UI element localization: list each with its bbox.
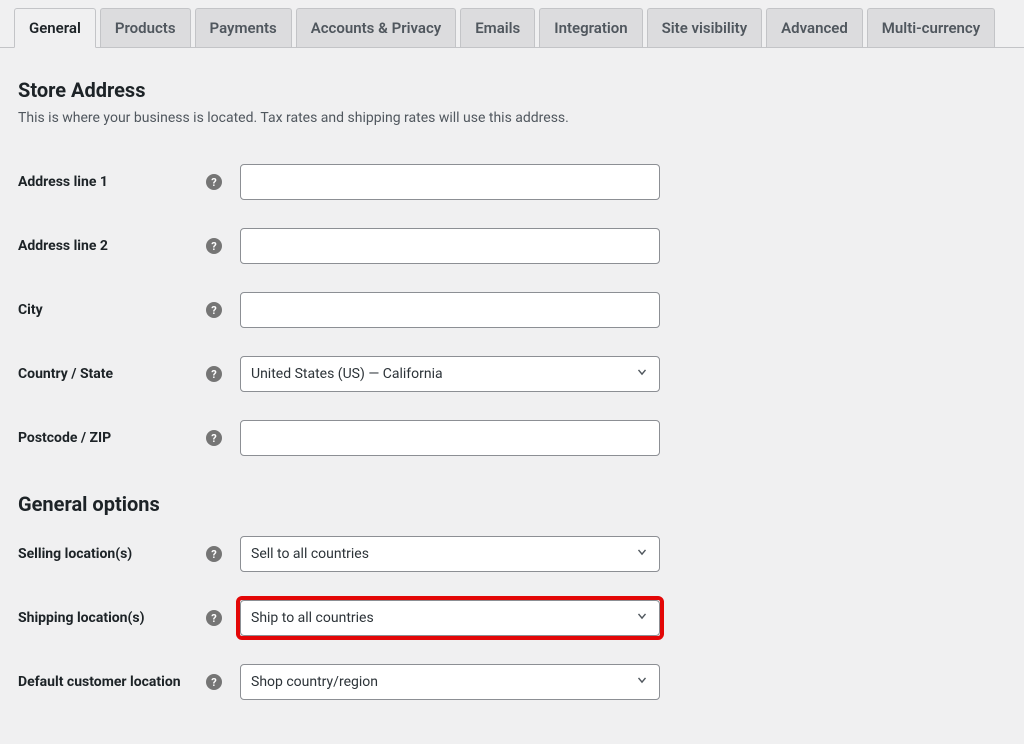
- tab-payments[interactable]: Payments: [195, 8, 292, 47]
- help-icon[interactable]: ?: [206, 238, 222, 254]
- row-address-line-1: Address line 1 ?: [18, 150, 1006, 214]
- help-icon[interactable]: ?: [206, 174, 222, 190]
- help-icon[interactable]: ?: [206, 430, 222, 446]
- help-icon[interactable]: ?: [206, 610, 222, 626]
- label-selling-locations: Selling location(s): [18, 546, 132, 562]
- chevron-down-icon: [635, 673, 649, 691]
- help-icon[interactable]: ?: [206, 674, 222, 690]
- input-address-line-1[interactable]: [240, 164, 660, 200]
- select-shipping-locations[interactable]: Ship to all countries: [240, 600, 660, 636]
- store-address-heading: Store Address: [18, 78, 1006, 102]
- chevron-down-icon: [635, 365, 649, 383]
- chevron-down-icon: [635, 609, 649, 627]
- help-icon[interactable]: ?: [206, 302, 222, 318]
- tab-general[interactable]: General: [14, 8, 96, 48]
- highlight-shipping-locations: Ship to all countries: [240, 600, 660, 636]
- help-icon[interactable]: ?: [206, 546, 222, 562]
- input-city[interactable]: [240, 292, 660, 328]
- input-address-line-2[interactable]: [240, 228, 660, 264]
- settings-content: Store Address This is where your busines…: [0, 48, 1024, 744]
- store-address-description: This is where your business is located. …: [18, 110, 1006, 126]
- label-postcode: Postcode / ZIP: [18, 430, 111, 446]
- label-default-customer-location: Default customer location: [18, 674, 181, 690]
- select-selling-locations[interactable]: Sell to all countries: [240, 536, 660, 572]
- tab-advanced[interactable]: Advanced: [766, 8, 863, 47]
- row-country-state: Country / State ? United States (US) — C…: [18, 342, 1006, 406]
- tab-multi-currency[interactable]: Multi-currency: [867, 8, 995, 47]
- label-address-line-1: Address line 1: [18, 174, 108, 190]
- row-postcode: Postcode / ZIP ?: [18, 406, 1006, 470]
- select-default-customer-location-value: Shop country/region: [251, 674, 378, 690]
- input-postcode[interactable]: [240, 420, 660, 456]
- tab-emails[interactable]: Emails: [460, 8, 535, 47]
- select-default-customer-location[interactable]: Shop country/region: [240, 664, 660, 700]
- chevron-down-icon: [635, 545, 649, 563]
- label-address-line-2: Address line 2: [18, 238, 108, 254]
- row-city: City ?: [18, 278, 1006, 342]
- row-shipping-locations: Shipping location(s) ? Ship to all count…: [18, 586, 1006, 650]
- tab-integration[interactable]: Integration: [539, 8, 642, 47]
- row-address-line-2: Address line 2 ?: [18, 214, 1006, 278]
- select-country-state-value: United States (US) — California: [251, 366, 443, 382]
- general-options-heading: General options: [18, 492, 1006, 516]
- tab-accounts-privacy[interactable]: Accounts & Privacy: [296, 8, 457, 47]
- label-shipping-locations: Shipping location(s): [18, 610, 145, 626]
- settings-tabs: General Products Payments Accounts & Pri…: [0, 0, 1024, 48]
- row-default-customer-location: Default customer location ? Shop country…: [18, 650, 1006, 714]
- select-country-state[interactable]: United States (US) — California: [240, 356, 660, 392]
- tab-site-visibility[interactable]: Site visibility: [647, 8, 763, 47]
- select-selling-locations-value: Sell to all countries: [251, 546, 369, 562]
- tab-products[interactable]: Products: [100, 8, 191, 47]
- label-city: City: [18, 302, 43, 318]
- select-shipping-locations-value: Ship to all countries: [251, 610, 374, 626]
- help-icon[interactable]: ?: [206, 366, 222, 382]
- label-country-state: Country / State: [18, 366, 113, 382]
- row-selling-locations: Selling location(s) ? Sell to all countr…: [18, 522, 1006, 586]
